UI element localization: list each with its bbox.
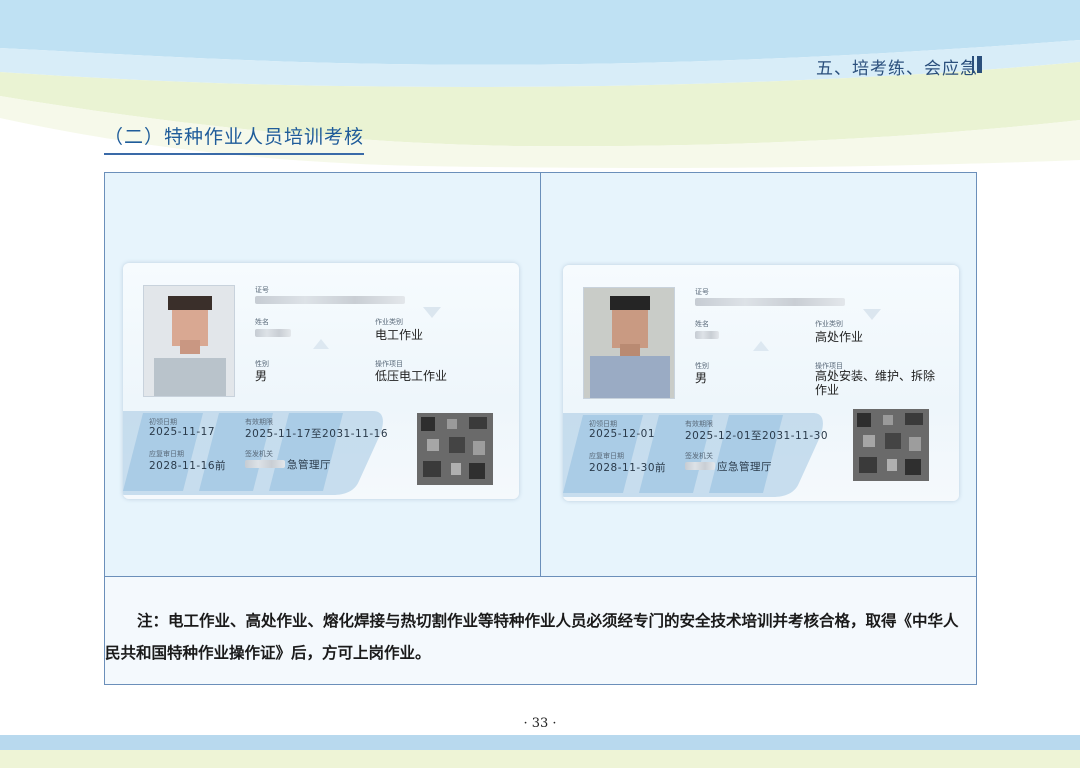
valid-period-value: 2025-11-17至2031-11-16 xyxy=(245,428,389,440)
table-cell-right: 证号 姓名 作业类别 高处作业 性别 男 操作项目 高处安装、维护、拆除作业 初… xyxy=(541,173,976,576)
review-date-value: 2028-11-30前 xyxy=(589,462,667,474)
name-redacted xyxy=(255,329,291,337)
label-name: 姓名 xyxy=(695,320,709,328)
footer-band-green xyxy=(0,750,1080,768)
issue-date-value: 2025-11-17 xyxy=(149,426,216,438)
header-bar-thick xyxy=(977,56,982,73)
note-cell: 注：电工作业、高处作业、熔化焊接与热切割作业等特种作业人员必须经专门的安全技术培… xyxy=(105,576,976,684)
authority-value: 急管理厅 xyxy=(287,459,331,471)
footer-band-blue xyxy=(0,735,1080,750)
qr-code-redacted xyxy=(853,409,929,481)
category-value: 电工作业 xyxy=(375,328,424,342)
item-value: 高处安装、维护、拆除作业 xyxy=(815,369,936,397)
note-text: 注：电工作业、高处作业、熔化焊接与热切割作业等特种作业人员必须经专门的安全技术培… xyxy=(105,612,959,662)
qr-code-redacted xyxy=(417,413,493,485)
section-title: （二）特种作业人员培训考核 xyxy=(104,122,365,155)
authority-value: 应急管理厅 xyxy=(717,461,772,473)
holder-photo xyxy=(583,287,675,399)
cert-no-redacted xyxy=(255,296,405,304)
review-date-value: 2028-11-16前 xyxy=(149,460,227,472)
gender-value: 男 xyxy=(695,371,708,385)
table-cell-left: 证号 姓名 作业类别 电工作业 性别 男 操作项目 低压电工作业 初领日期 20… xyxy=(105,173,541,576)
label-authority: 签发机关 xyxy=(245,450,273,458)
authority-redacted xyxy=(685,462,715,470)
valid-period-value: 2025-12-01至2031-11-30 xyxy=(685,430,829,442)
cert-no-redacted xyxy=(695,298,845,306)
label-cert-no: 证号 xyxy=(255,286,269,294)
triangle-mark-down xyxy=(863,309,881,320)
gender-value: 男 xyxy=(255,369,268,383)
id-card-height-work: 证号 姓名 作业类别 高处作业 性别 男 操作项目 高处安装、维护、拆除作业 初… xyxy=(563,265,959,501)
triangle-mark xyxy=(313,339,329,349)
label-cert-no: 证号 xyxy=(695,288,709,296)
page-number: · 33 · xyxy=(523,716,557,731)
authority-redacted xyxy=(245,460,285,468)
label-authority: 签发机关 xyxy=(685,452,713,460)
id-card-electrical: 证号 姓名 作业类别 电工作业 性别 男 操作项目 低压电工作业 初领日期 20… xyxy=(123,263,519,499)
name-redacted xyxy=(695,331,719,339)
header-bar-thin xyxy=(972,56,974,73)
item-value: 低压电工作业 xyxy=(375,369,448,383)
issue-date-value: 2025-12-01 xyxy=(589,428,656,440)
triangle-mark-down xyxy=(423,307,441,318)
figure-table: 证号 姓名 作业类别 电工作业 性别 男 操作项目 低压电工作业 初领日期 20… xyxy=(104,172,977,685)
label-name: 姓名 xyxy=(255,318,269,326)
chapter-title: 五、培考练、会应急 xyxy=(816,59,978,79)
holder-photo xyxy=(143,285,235,397)
category-value: 高处作业 xyxy=(815,330,864,344)
triangle-mark xyxy=(753,341,769,351)
